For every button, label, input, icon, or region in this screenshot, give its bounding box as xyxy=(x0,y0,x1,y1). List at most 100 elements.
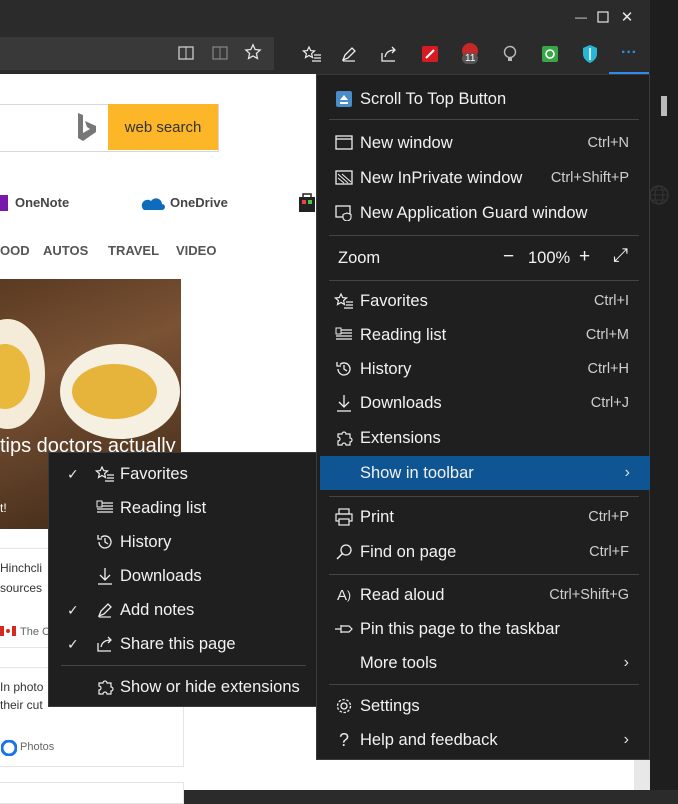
lightbulb-icon xyxy=(502,45,518,63)
red-circle-extension-icon: 11 xyxy=(458,41,482,67)
store-icon[interactable] xyxy=(298,191,316,213)
book-icon[interactable] xyxy=(211,45,229,61)
menu-item-find-on-page[interactable]: Find on page Ctrl+F xyxy=(317,535,649,569)
favorites-hub-button[interactable] xyxy=(292,34,332,74)
onenote-icon[interactable] xyxy=(0,194,8,212)
settings-and-more-button[interactable]: ··· xyxy=(609,34,649,74)
reading-list-icon xyxy=(94,497,116,519)
onedrive-link[interactable]: OneDrive xyxy=(170,195,228,210)
share-button[interactable] xyxy=(369,34,409,74)
title-bar: — ✕ xyxy=(0,0,650,34)
menu-item-new-window[interactable]: New window Ctrl+N xyxy=(317,126,649,160)
inprivate-window-icon xyxy=(333,167,355,189)
side-collapse-icon[interactable] xyxy=(661,96,667,116)
submenu-item-history[interactable]: History xyxy=(49,525,316,559)
menu-item-show-in-toolbar[interactable]: Show in toolbar › xyxy=(320,456,650,490)
extension-red-button[interactable] xyxy=(410,34,450,74)
history-icon xyxy=(94,531,116,553)
menu-item-shortcut: Ctrl+Shift+P xyxy=(550,170,629,186)
category-food[interactable]: OOD xyxy=(0,243,30,258)
chevron-right-icon: › xyxy=(624,464,630,481)
application-guard-icon xyxy=(333,202,355,224)
category-autos[interactable]: AUTOS xyxy=(43,243,88,258)
fullscreen-button[interactable]: ⤢ xyxy=(613,245,628,267)
category-video[interactable]: VIDEO xyxy=(176,243,216,258)
menu-item-label: Reading list xyxy=(360,325,447,344)
star-icon[interactable] xyxy=(244,43,262,61)
green-refresh-icon xyxy=(541,45,559,63)
extension-bulb-button[interactable] xyxy=(490,34,530,74)
menu-item-settings[interactable]: Settings xyxy=(317,689,649,723)
extension-shield-button[interactable] xyxy=(570,34,610,74)
menu-item-label: Scroll To Top Button xyxy=(360,89,507,108)
menu-item-help-and-feedback[interactable]: ? Help and feedback › xyxy=(317,723,649,757)
menu-item-new-application-guard[interactable]: New Application Guard window xyxy=(317,196,649,230)
submenu-item-label: Add notes xyxy=(120,600,195,619)
share-icon xyxy=(94,633,116,655)
globe-icon[interactable] xyxy=(648,184,670,206)
onedrive-icon[interactable] xyxy=(138,195,165,211)
menu-item-shortcut: Ctrl+N xyxy=(587,135,630,151)
menu-item-shortcut: Ctrl+I xyxy=(593,293,629,309)
card-line-2: sources xyxy=(0,581,43,595)
menu-item-favorites[interactable]: Favorites Ctrl+I xyxy=(317,284,649,318)
extension-green-button[interactable] xyxy=(530,34,570,74)
menu-item-label: Settings xyxy=(360,696,420,715)
menu-item-shortcut: Ctrl+F xyxy=(589,544,629,560)
news-card[interactable] xyxy=(0,782,184,804)
canada-flag-icon xyxy=(0,626,16,636)
red-extension-icon xyxy=(421,45,439,63)
zoom-out-button[interactable]: − xyxy=(503,246,514,268)
submenu-item-share-this-page[interactable]: ✓ Share this page xyxy=(49,627,316,661)
web-search-button[interactable]: web search xyxy=(108,104,218,150)
submenu-item-favorites[interactable]: ✓ Favorites xyxy=(49,457,316,491)
menu-item-label: Downloads xyxy=(360,393,442,412)
maximize-button[interactable] xyxy=(558,0,609,34)
add-notes-button[interactable] xyxy=(329,34,369,74)
menu-item-extensions[interactable]: Extensions xyxy=(317,421,649,455)
close-button[interactable]: ✕ xyxy=(604,0,650,34)
menu-separator xyxy=(329,119,639,120)
menu-item-print[interactable]: Print Ctrl+P xyxy=(317,500,649,534)
more-icon: ··· xyxy=(621,44,637,61)
chevron-right-icon: › xyxy=(623,731,629,748)
menu-item-pin-to-taskbar[interactable]: Pin this page to the taskbar xyxy=(317,612,649,646)
address-bar[interactable] xyxy=(0,37,274,70)
category-travel[interactable]: TRAVEL xyxy=(108,243,159,258)
close-icon: ✕ xyxy=(620,9,634,26)
checkmark-icon: ✓ xyxy=(67,601,79,618)
menu-item-scroll-to-top[interactable]: Scroll To Top Button xyxy=(317,82,649,116)
chevron-right-icon: › xyxy=(623,654,629,671)
submenu-item-downloads[interactable]: Downloads xyxy=(49,559,316,593)
menu-item-label: Show in toolbar xyxy=(360,463,474,482)
menu-item-reading-list[interactable]: Reading list Ctrl+M xyxy=(317,318,649,352)
reading-view-icon[interactable] xyxy=(178,45,196,61)
card-source: The C xyxy=(20,626,50,638)
zoom-in-button[interactable]: + xyxy=(579,246,590,268)
gear-icon xyxy=(333,695,355,717)
onenote-link[interactable]: OneNote xyxy=(15,195,69,210)
submenu-item-label: Downloads xyxy=(120,566,202,585)
menu-item-label: New Application Guard window xyxy=(360,203,588,222)
menu-item-label: Find on page xyxy=(360,542,457,561)
submenu-item-show-or-hide-extensions[interactable]: Show or hide extensions xyxy=(49,670,316,704)
submenu-separator xyxy=(61,665,306,666)
submenu-item-reading-list[interactable]: Reading list xyxy=(49,491,316,525)
menu-item-more-tools[interactable]: More tools › xyxy=(317,646,649,680)
zoom-row: Zoom − 100% + ⤢ xyxy=(317,242,649,276)
card-source: Photos xyxy=(20,741,55,753)
history-icon xyxy=(333,358,355,380)
submenu-item-label: History xyxy=(120,532,172,551)
scroll-top-extension-icon xyxy=(333,88,355,110)
menu-separator xyxy=(329,684,639,685)
submenu-item-add-notes[interactable]: ✓ Add notes xyxy=(49,593,316,627)
menu-item-downloads[interactable]: Downloads Ctrl+J xyxy=(317,386,649,420)
extension-badge-button[interactable]: 11 xyxy=(450,34,490,74)
menu-separator xyxy=(329,574,639,575)
puzzle-icon xyxy=(333,427,355,449)
show-in-toolbar-submenu: ✓ Favorites Reading list History Downloa… xyxy=(48,452,317,707)
menu-item-read-aloud[interactable]: A) Read aloud Ctrl+Shift+G xyxy=(317,578,649,612)
menu-item-history[interactable]: History Ctrl+H xyxy=(317,352,649,386)
menu-item-label: Favorites xyxy=(360,291,428,310)
menu-item-new-inprivate[interactable]: New InPrivate window Ctrl+Shift+P xyxy=(317,161,649,195)
